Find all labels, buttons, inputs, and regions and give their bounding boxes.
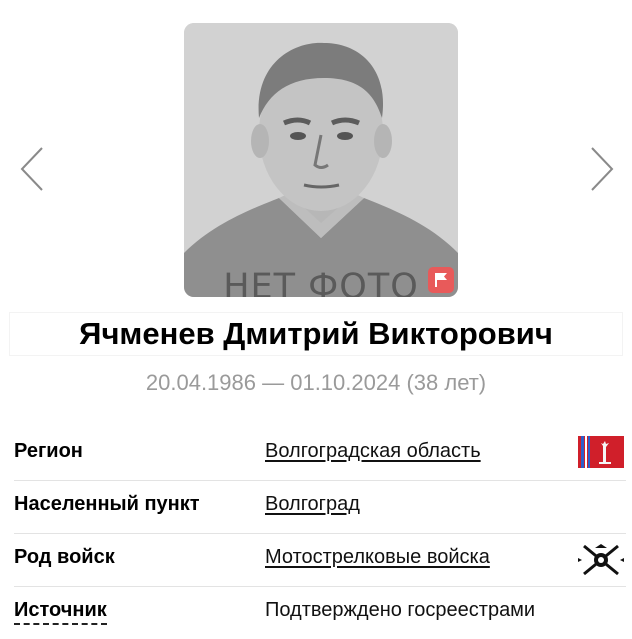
previous-arrow[interactable] <box>12 145 52 193</box>
no-photo-label: НЕТ ФОТО <box>223 267 419 297</box>
settlement-row: Населенный пункт Волгоград <box>14 481 626 534</box>
chevron-right-icon <box>591 147 614 191</box>
placeholder-portrait-image <box>184 23 458 297</box>
settlement-link[interactable]: Волгоград <box>265 493 360 516</box>
source-value: Подтверждено госреестрами <box>265 599 536 621</box>
region-emblem-icon <box>578 436 624 468</box>
branch-row: Род войск Мотострелковые войска <box>14 534 626 587</box>
source-label[interactable]: Источник <box>14 599 107 625</box>
region-row: Регион Волгоградская область <box>14 428 626 481</box>
flag-icon <box>435 273 447 287</box>
life-dates: 20.04.1986 — 01.10.2024 (38 лет) <box>145 370 487 395</box>
settlement-label: Населенный пункт <box>14 493 200 515</box>
portrait-photo: НЕТ ФОТО <box>184 23 458 297</box>
chevron-left-icon <box>20 147 43 191</box>
report-flag-button[interactable] <box>428 267 454 293</box>
branch-label: Род войск <box>14 546 115 568</box>
motor-rifle-emblem-icon <box>578 544 624 576</box>
person-full-name: Ячменев Дмитрий Викторович <box>79 316 553 351</box>
source-row: Источник Подтверждено госреестрами <box>14 587 626 639</box>
region-label: Регион <box>14 440 83 462</box>
region-link[interactable]: Волгоградская область <box>265 440 481 463</box>
next-arrow[interactable] <box>582 145 622 193</box>
details-table: Регион Волгоградская область Населенный … <box>14 428 626 639</box>
branch-link[interactable]: Мотострелковые войска <box>265 546 490 569</box>
